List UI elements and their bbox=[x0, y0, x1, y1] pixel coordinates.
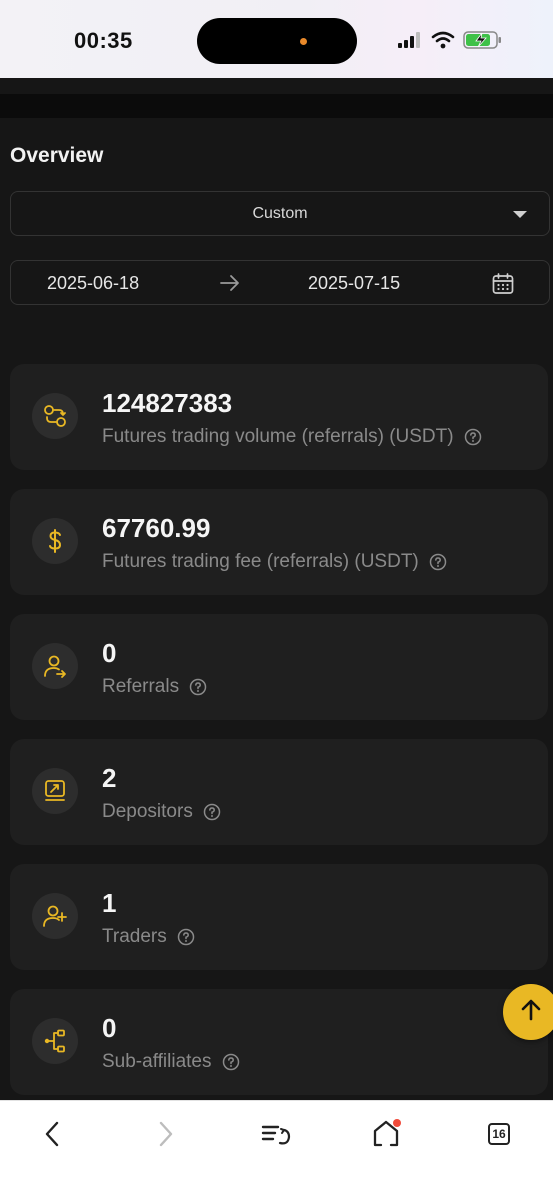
stat-label-row: Futures trading volume (referrals) (USDT… bbox=[102, 426, 482, 448]
status-icons bbox=[397, 30, 503, 55]
forward-button[interactable] bbox=[148, 1121, 184, 1151]
arrow-up-icon bbox=[518, 997, 544, 1028]
status-bar: 00:35 bbox=[0, 0, 553, 78]
help-icon[interactable] bbox=[177, 928, 195, 946]
dollar-icon bbox=[32, 518, 78, 564]
stat-value: 124827383 bbox=[102, 388, 233, 418]
stat-card-depositors: 2 Depositors bbox=[10, 739, 548, 845]
caret-down-icon bbox=[513, 211, 527, 218]
period-select-value: Custom bbox=[252, 205, 308, 222]
chevron-right-icon bbox=[157, 1121, 175, 1152]
stat-label-row: Sub-affiliates bbox=[102, 1051, 240, 1073]
stat-label-row: Referrals bbox=[102, 676, 207, 698]
stat-card-sub-affiliates: 0 Sub-affiliates bbox=[10, 989, 548, 1095]
cellular-signal-icon bbox=[397, 31, 423, 54]
help-icon[interactable] bbox=[464, 428, 482, 446]
stat-value: 0 bbox=[102, 1013, 117, 1043]
browser-toolbar: 16 bbox=[0, 1100, 553, 1200]
stat-label: Traders bbox=[102, 926, 167, 947]
stat-value: 67760.99 bbox=[102, 513, 211, 543]
wifi-icon bbox=[431, 31, 455, 54]
back-button[interactable] bbox=[34, 1121, 70, 1151]
scroll-to-top-button[interactable] bbox=[503, 984, 553, 1040]
user-add-icon bbox=[32, 893, 78, 939]
help-icon[interactable] bbox=[189, 678, 207, 696]
stat-label-row: Futures trading fee (referrals) (USDT) bbox=[102, 551, 447, 573]
stat-value: 1 bbox=[102, 888, 117, 918]
help-icon[interactable] bbox=[222, 1053, 240, 1071]
stat-card-trading-volume: 124827383 Futures trading volume (referr… bbox=[10, 364, 548, 470]
hierarchy-icon bbox=[32, 1018, 78, 1064]
stat-value: 2 bbox=[102, 763, 117, 793]
stat-card-referrals: 0 Referrals bbox=[10, 614, 548, 720]
stat-label-row: Depositors bbox=[102, 801, 221, 823]
period-select[interactable]: Custom bbox=[10, 191, 550, 236]
stat-card-traders: 1 Traders bbox=[10, 864, 548, 970]
help-icon[interactable] bbox=[429, 553, 447, 571]
stat-card-trading-fee: 67760.99 Futures trading fee (referrals)… bbox=[10, 489, 548, 595]
home-button[interactable] bbox=[368, 1118, 404, 1154]
dynamic-island bbox=[197, 18, 357, 64]
privacy-indicator bbox=[300, 38, 307, 45]
stat-value: 0 bbox=[102, 638, 117, 668]
help-icon[interactable] bbox=[203, 803, 221, 821]
header-strip bbox=[0, 94, 553, 118]
status-time: 00:35 bbox=[74, 28, 133, 53]
arrow-right-icon bbox=[219, 273, 241, 298]
date-end[interactable]: 2025-07-15 bbox=[308, 273, 400, 294]
calendar-icon[interactable] bbox=[491, 272, 515, 301]
stat-label: Sub-affiliates bbox=[102, 1051, 212, 1072]
stat-label: Futures trading fee (referrals) (USDT) bbox=[102, 551, 419, 572]
deposit-icon bbox=[32, 768, 78, 814]
battery-charging-icon bbox=[463, 30, 503, 55]
date-start[interactable]: 2025-06-18 bbox=[47, 273, 139, 294]
date-range-picker[interactable]: 2025-06-18 2025-07-15 bbox=[10, 260, 550, 305]
chevron-left-icon bbox=[43, 1121, 61, 1152]
stat-label: Referrals bbox=[102, 676, 180, 697]
overview-title: Overview bbox=[10, 144, 104, 167]
exchange-icon bbox=[32, 393, 78, 439]
home-icon bbox=[370, 1118, 402, 1154]
tabs-button[interactable]: 16 bbox=[488, 1123, 510, 1145]
stat-label: Depositors bbox=[102, 801, 193, 822]
user-referral-icon bbox=[32, 643, 78, 689]
stat-label-row: Traders bbox=[102, 926, 195, 948]
menu-button[interactable] bbox=[258, 1121, 294, 1151]
stat-label: Futures trading volume (referrals) (USDT… bbox=[102, 426, 454, 447]
menu-list-icon bbox=[260, 1121, 292, 1152]
page-content: Overview Custom 2025-06-18 2025-07-15 12… bbox=[0, 78, 553, 1100]
